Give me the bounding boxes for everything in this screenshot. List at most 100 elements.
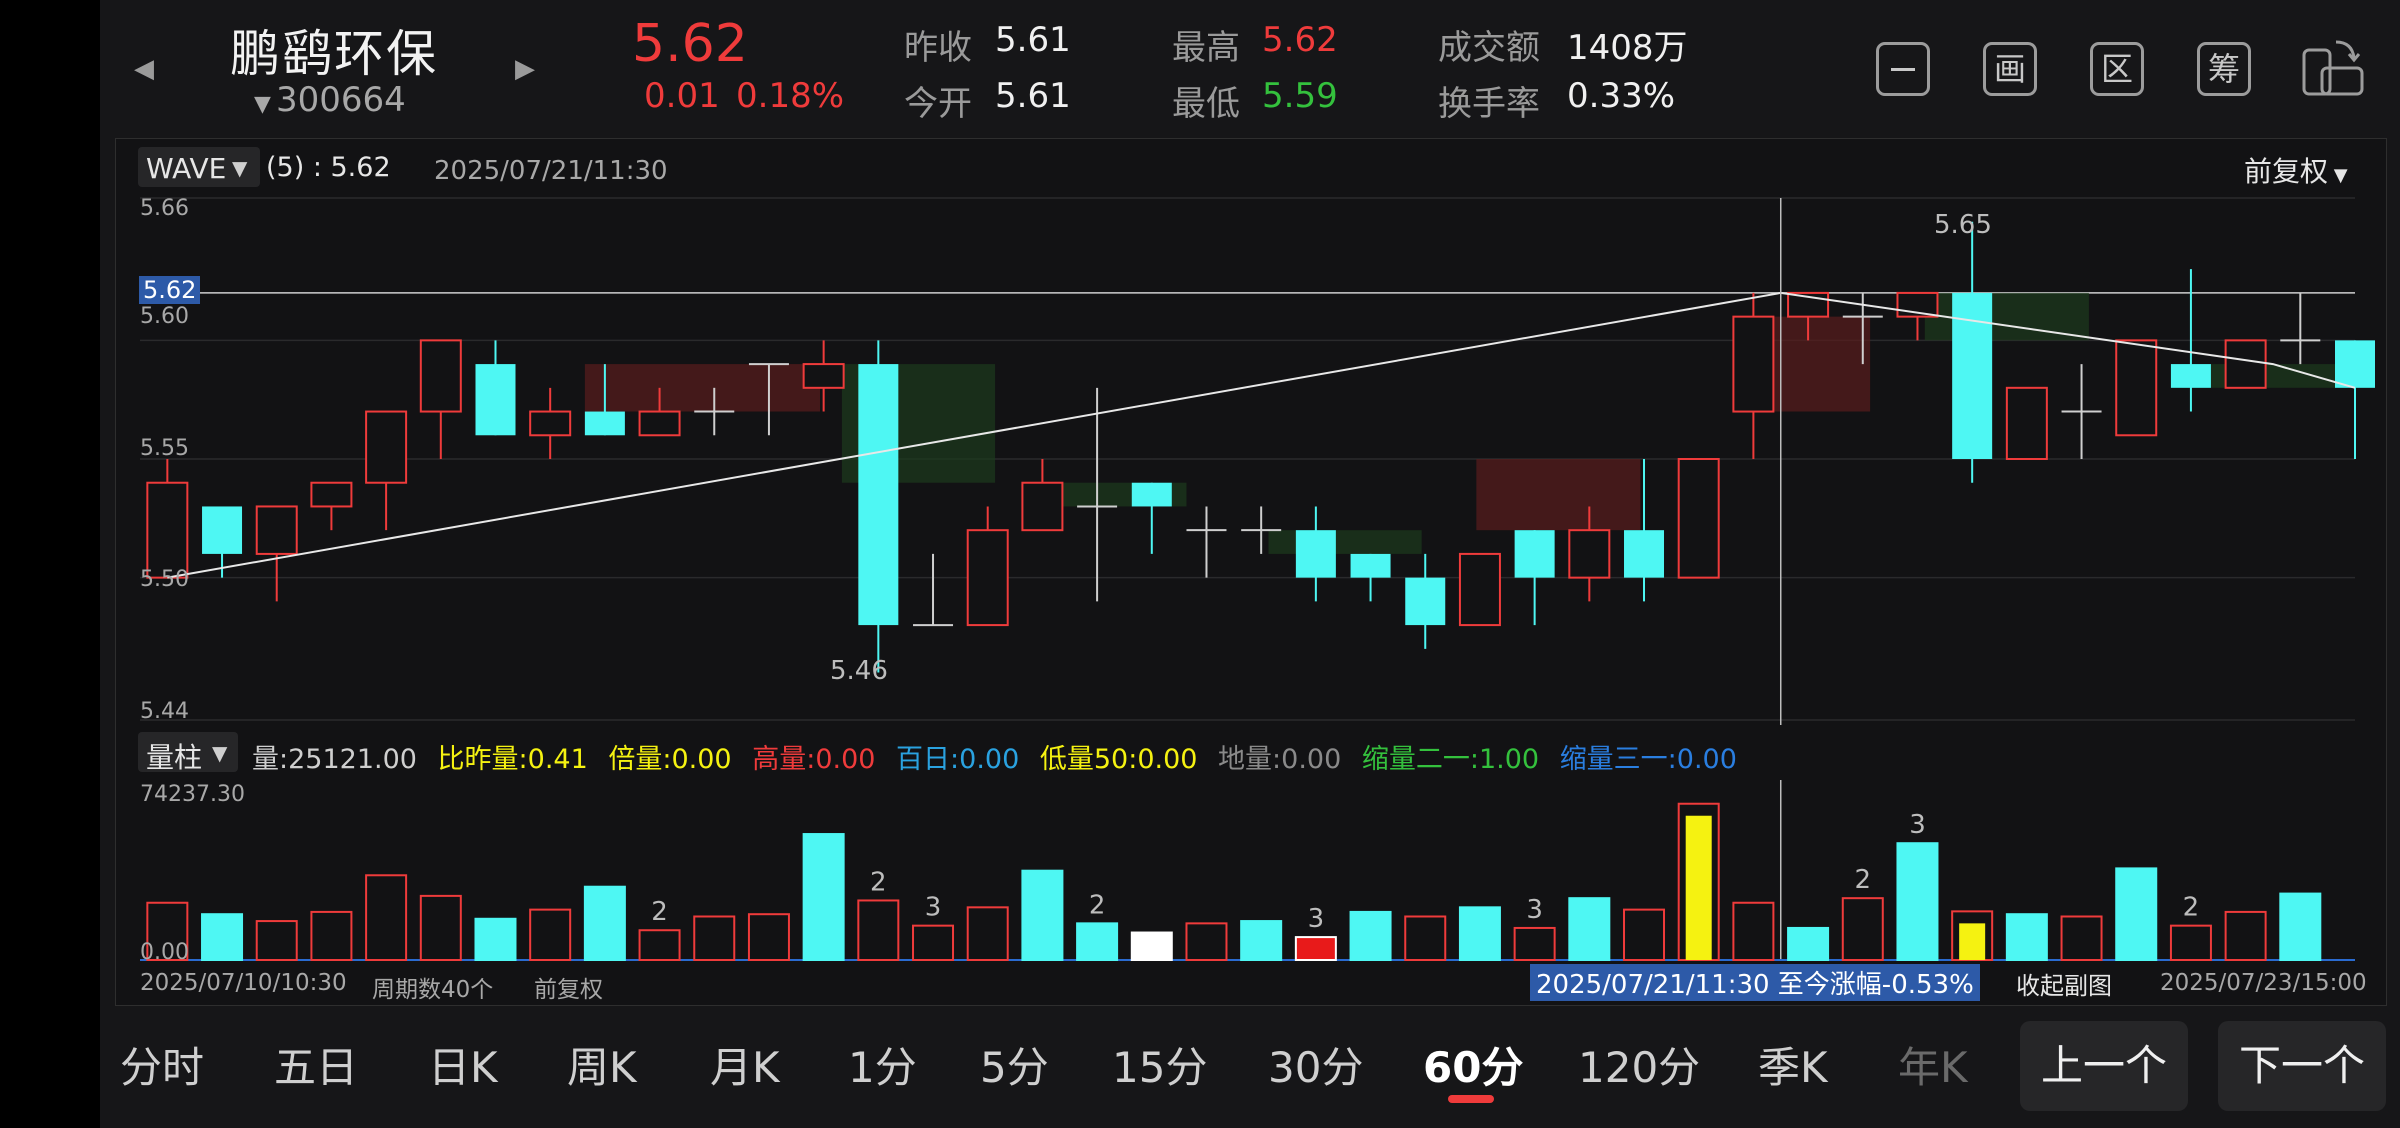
tab-30min[interactable]: 30分 bbox=[1268, 1034, 1363, 1095]
tab-yearly-k[interactable]: 年K bbox=[1898, 1034, 1968, 1095]
volume-bar bbox=[912, 924, 955, 962]
volume-bar bbox=[857, 899, 900, 961]
volume-indicator-row: 量:25121.00 比昨量:0.41 倍量:0.00 高量:0.00 百日:0… bbox=[252, 737, 1737, 776]
y-tick-label: 5.60 bbox=[140, 304, 189, 329]
volume-bar bbox=[1404, 915, 1447, 961]
tab-intraday[interactable]: 分时 bbox=[120, 1034, 204, 1095]
volume-bar bbox=[1841, 897, 1884, 962]
candle-body bbox=[2224, 339, 2267, 389]
volume-bar bbox=[802, 833, 845, 962]
shrink21-label: 缩量二一: bbox=[1361, 744, 1479, 775]
candlestick-chart[interactable]: 2 2 3 2 3 3 2 3 2 bbox=[0, 0, 2400, 1004]
volume-bar bbox=[255, 920, 298, 962]
shrink31-label: 缩量三一: bbox=[1559, 744, 1677, 775]
volume-bar bbox=[1130, 931, 1173, 962]
tab-1min[interactable]: 1分 bbox=[848, 1034, 917, 1095]
volume-bar bbox=[1240, 920, 1283, 962]
tab-daily-k[interactable]: 日K bbox=[428, 1034, 498, 1095]
candle-body bbox=[1131, 482, 1172, 507]
start-time: 2025/07/10/10:30 bbox=[140, 970, 347, 996]
vol-value: 25121.00 bbox=[288, 744, 417, 775]
volume-max-label: 74237.30 bbox=[140, 782, 245, 807]
candle-body bbox=[1677, 458, 1720, 579]
ratio-value: 0.41 bbox=[527, 744, 588, 775]
volume-bar bbox=[1896, 842, 1939, 961]
tab-60min[interactable]: 60分 bbox=[1423, 1034, 1523, 1095]
candle-body bbox=[1405, 577, 1446, 626]
candle-body bbox=[638, 410, 681, 437]
candle-body bbox=[255, 505, 298, 555]
tab-weekly-k[interactable]: 周K bbox=[567, 1034, 637, 1095]
candle-body bbox=[475, 364, 516, 436]
volume-bar bbox=[1787, 926, 1830, 962]
candle-body bbox=[1624, 530, 1665, 578]
tab-120min[interactable]: 120分 bbox=[1578, 1034, 1700, 1095]
ratio-label: 比昨量: bbox=[437, 744, 528, 775]
volume-bar bbox=[1021, 869, 1064, 961]
tab-monthly-k[interactable]: 月K bbox=[710, 1034, 780, 1095]
volume-bar bbox=[201, 913, 244, 962]
volume-count-label: 2 bbox=[1089, 890, 1106, 920]
candle-body bbox=[584, 411, 625, 436]
volume-bar bbox=[583, 885, 626, 962]
volume-selector-label: 量柱 bbox=[146, 741, 203, 774]
volume-count-label: 2 bbox=[651, 897, 668, 927]
candle-body bbox=[2335, 340, 2375, 388]
candle-body bbox=[2005, 386, 2048, 460]
high-vol-value: 0.00 bbox=[815, 744, 876, 775]
volume-count-label: 2 bbox=[2183, 893, 2200, 923]
low-note: 5.46 bbox=[830, 656, 888, 686]
vol-label: 量: bbox=[252, 744, 289, 775]
cursor-price-tag: 5.62 bbox=[139, 276, 201, 304]
times-label: 倍量: bbox=[608, 744, 672, 775]
tab-15min[interactable]: 15分 bbox=[1112, 1034, 1207, 1095]
period-count: 周期数40个 bbox=[372, 977, 494, 1003]
tab-5min[interactable]: 5分 bbox=[980, 1034, 1049, 1095]
tab-five-day[interactable]: 五日 bbox=[274, 1034, 358, 1095]
volume-bar bbox=[2005, 913, 2048, 962]
candle-body bbox=[966, 529, 1009, 627]
candle-body bbox=[1514, 530, 1555, 578]
volume-bar bbox=[529, 908, 572, 962]
volume-bar bbox=[474, 917, 517, 961]
volume-bar bbox=[1458, 906, 1501, 961]
volume-count-label: 3 bbox=[1909, 810, 1926, 840]
candle-body bbox=[858, 364, 899, 626]
tab-quarterly-k[interactable]: 季K bbox=[1758, 1034, 1828, 1095]
volume-bar bbox=[1185, 922, 1228, 961]
caret-down-icon: ▼ bbox=[212, 741, 228, 765]
ground-value: 0.00 bbox=[1281, 744, 1342, 775]
candle-body bbox=[419, 339, 462, 413]
volume-selector[interactable]: 量柱 ▼ bbox=[138, 732, 238, 774]
candle-body bbox=[146, 481, 189, 579]
prev-button[interactable]: 上一个 bbox=[2020, 1021, 2188, 1111]
volume-bar bbox=[1623, 908, 1666, 962]
collapse-subchart-button[interactable]: 收起副图 bbox=[2016, 966, 2112, 1001]
volume-count-label: 2 bbox=[870, 867, 887, 897]
candle-body bbox=[2115, 339, 2158, 437]
volume-bar bbox=[2224, 910, 2267, 961]
volume-bar bbox=[1349, 910, 1392, 961]
volume-count-label: 3 bbox=[1308, 904, 1325, 934]
range-change-badge[interactable]: 2025/07/21/11:30 至今涨幅-0.53% bbox=[1530, 964, 1980, 1001]
candle-body bbox=[1350, 553, 1391, 578]
volume-bar bbox=[2060, 915, 2103, 961]
shrink31-value: 0.00 bbox=[1676, 744, 1737, 775]
candle-body bbox=[1568, 529, 1611, 579]
volume-bar bbox=[1959, 923, 1986, 960]
volume-count-label: 2 bbox=[1855, 865, 1872, 895]
volume-count-label: 3 bbox=[1526, 895, 1543, 925]
low50-value: 0.00 bbox=[1137, 744, 1198, 775]
volume-bar bbox=[419, 894, 462, 961]
volume-bar bbox=[1685, 815, 1712, 960]
hundred-value: 0.00 bbox=[959, 744, 1020, 775]
next-button[interactable]: 下一个 bbox=[2218, 1021, 2386, 1111]
y-tick-label: 5.66 bbox=[140, 196, 189, 221]
end-time: 2025/07/23/15:00 bbox=[2160, 970, 2367, 996]
volume-bar bbox=[1568, 897, 1611, 962]
candle-body bbox=[1295, 530, 1336, 578]
low50-label: 低量50: bbox=[1039, 744, 1138, 775]
shrink21-value: 1.00 bbox=[1478, 744, 1540, 775]
high-vol-label: 高量: bbox=[752, 744, 816, 775]
volume-bar bbox=[365, 874, 408, 962]
